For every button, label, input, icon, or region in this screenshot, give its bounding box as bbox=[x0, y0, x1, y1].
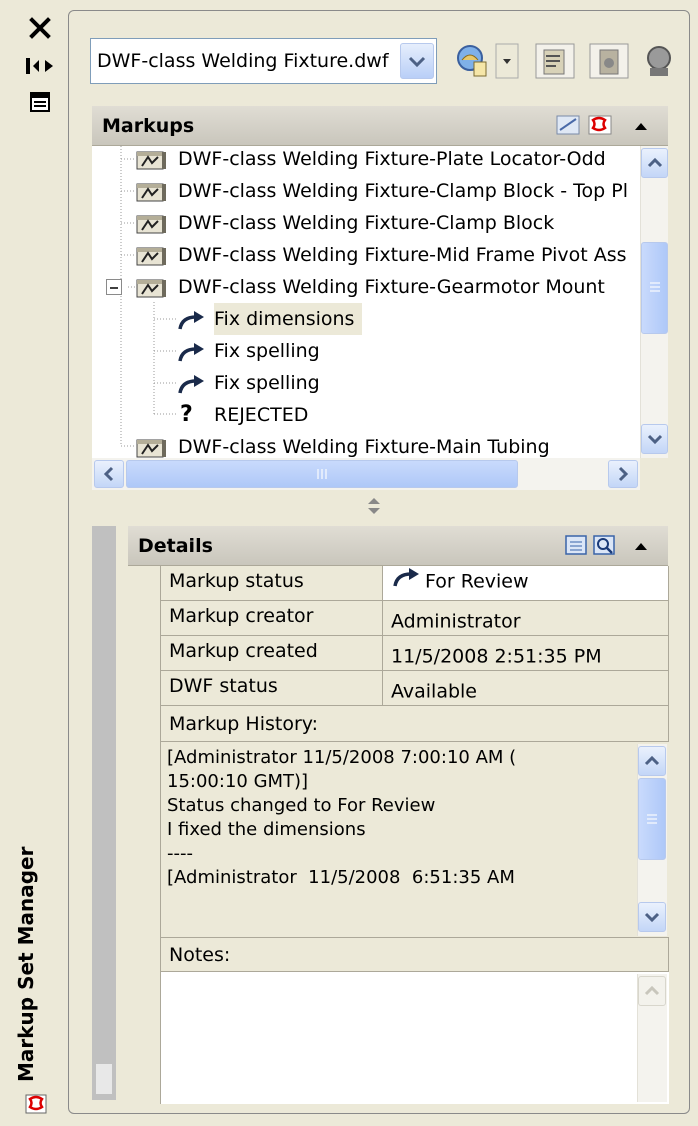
close-icon[interactable] bbox=[26, 14, 54, 42]
view-dwf-button[interactable] bbox=[586, 38, 632, 84]
sheet-item-label: DWF-class Welding Fixture-Plate Locator-… bbox=[178, 148, 606, 170]
hide-markups-button[interactable] bbox=[636, 38, 682, 84]
details-field-value-text: For Review bbox=[425, 570, 529, 593]
markup-history-text: [Administrator 11/5/2008 7:00:10 AM ( 15… bbox=[167, 747, 517, 888]
scroll-up-button[interactable] bbox=[641, 148, 668, 178]
splitter-grip-icon[interactable] bbox=[360, 494, 388, 518]
sheet-icon bbox=[136, 245, 168, 267]
collapse-icon[interactable] bbox=[630, 536, 652, 556]
open-markup-button[interactable] bbox=[450, 38, 496, 84]
sheet-icon bbox=[136, 213, 168, 235]
markup-file-select[interactable]: DWF-class Welding Fixture.dwf bbox=[90, 38, 437, 84]
palette-title: Markup Set Manager bbox=[14, 846, 38, 1082]
scroll-left-button[interactable] bbox=[94, 460, 124, 488]
details-field-value-text: Available bbox=[391, 680, 478, 703]
markup-item-label: REJECTED bbox=[214, 404, 309, 426]
details-grid: Markup status For Review Markup creator Adm… bbox=[160, 566, 669, 1104]
properties-icon[interactable] bbox=[26, 88, 54, 116]
dropdown-button[interactable] bbox=[400, 43, 434, 79]
scroll-right-button[interactable] bbox=[608, 460, 638, 488]
republish-icon bbox=[535, 43, 575, 79]
markup-item[interactable]: Fix spelling bbox=[92, 335, 640, 367]
markups-horizontal-scrollbar[interactable] bbox=[92, 458, 640, 490]
collapse-icon[interactable] bbox=[630, 116, 652, 136]
markup-item-label: Fix dimensions bbox=[214, 303, 363, 335]
sheet-icon bbox=[136, 437, 168, 458]
markup-history-label: Markup History: bbox=[161, 706, 669, 742]
sheet-item-label: DWF-class Welding Fixture-Main Tubing bbox=[178, 436, 550, 458]
sheet-item[interactable]: DWF-class Welding Fixture-Clamp Block bbox=[92, 207, 640, 239]
sheet-icon bbox=[136, 277, 168, 299]
details-field-value: Available bbox=[383, 671, 669, 706]
sheet-icon bbox=[136, 149, 168, 171]
details-field-label: Markup creator bbox=[161, 601, 383, 636]
scroll-thumb[interactable] bbox=[638, 778, 666, 860]
markup-history-box[interactable]: [Administrator 11/5/2008 7:00:10 AM ( 15… bbox=[161, 742, 669, 938]
scroll-down-button[interactable] bbox=[641, 424, 668, 454]
markup-item[interactable]: Fix dimensions bbox=[92, 303, 640, 335]
scroll-up-button[interactable] bbox=[638, 976, 666, 1006]
details-section-header[interactable]: Details bbox=[128, 526, 668, 566]
for-review-arrow-icon bbox=[176, 341, 206, 363]
notes-scrollbar[interactable] bbox=[637, 974, 667, 1102]
scroll-up-button[interactable] bbox=[638, 746, 666, 776]
palette-title-strip: Markup Set Manager bbox=[0, 0, 68, 1126]
chevron-down-icon bbox=[408, 56, 426, 68]
sheet-item-label: DWF-class Welding Fixture-Clamp Block bbox=[178, 212, 555, 234]
details-field-value-text: 11/5/2008 2:51:35 PM bbox=[391, 645, 602, 668]
sheet-item[interactable]: DWF-class Welding Fixture-Plate Locator-… bbox=[92, 146, 640, 175]
view-dwf-icon bbox=[589, 43, 629, 79]
scroll-thumb[interactable] bbox=[641, 242, 668, 334]
preview-icon[interactable] bbox=[592, 534, 618, 558]
details-field-value-text: Administrator bbox=[391, 610, 521, 633]
sheet-icon bbox=[136, 181, 168, 203]
details-field-value: Administrator bbox=[383, 601, 669, 636]
sheet-item[interactable]: DWF-class Welding Fixture-Mid Frame Pivo… bbox=[92, 239, 640, 271]
question-mark-icon: ? bbox=[180, 402, 193, 427]
republish-button[interactable] bbox=[532, 38, 578, 84]
open-markup-menu-button[interactable] bbox=[494, 38, 520, 84]
details-left-bar bbox=[92, 526, 116, 1100]
markup-item[interactable]: ? REJECTED bbox=[92, 399, 640, 431]
details-field-label: DWF status bbox=[161, 671, 383, 706]
notes-textarea[interactable] bbox=[161, 972, 669, 1104]
for-review-arrow-icon bbox=[176, 309, 206, 331]
sheet-item[interactable]: DWF-class Welding Fixture-Main Tubing bbox=[92, 431, 640, 458]
sheet-item[interactable]: DWF-class Welding Fixture-Clamp Block - … bbox=[92, 175, 640, 207]
history-scrollbar[interactable] bbox=[637, 744, 667, 936]
details-title: Details bbox=[138, 535, 213, 557]
scroll-down-button[interactable] bbox=[638, 902, 666, 932]
for-review-arrow-icon bbox=[391, 566, 421, 597]
sheet-item-label: DWF-class Welding Fixture-Mid Frame Pivo… bbox=[178, 244, 627, 266]
details-field-value: 11/5/2008 2:51:35 PM bbox=[383, 636, 669, 671]
markup-item[interactable]: Fix spelling bbox=[92, 367, 640, 399]
scrollbar-corner bbox=[640, 458, 668, 490]
for-review-arrow-icon bbox=[176, 373, 206, 395]
markups-tree: DWF-class Welding Fixture-Plate Locator-… bbox=[92, 146, 640, 458]
chevron-down-icon bbox=[495, 43, 519, 79]
details-field-label: Markup created bbox=[161, 636, 383, 671]
sheet-item[interactable]: DWF-class Welding Fixture-Gearmotor Moun… bbox=[92, 271, 640, 303]
open-markup-icon bbox=[457, 45, 487, 77]
details-view-icon[interactable] bbox=[564, 534, 590, 558]
bar-grip bbox=[96, 1064, 112, 1094]
notes-label: Notes: bbox=[161, 938, 669, 972]
markup-item-label: Fix spelling bbox=[214, 340, 320, 362]
hide-markups-icon bbox=[647, 46, 671, 76]
view-redline-icon[interactable] bbox=[556, 114, 582, 138]
sheet-item-label: DWF-class Welding Fixture-Clamp Block - … bbox=[178, 180, 628, 202]
scroll-thumb[interactable] bbox=[126, 460, 518, 488]
details-field-label: Markup status bbox=[161, 566, 383, 601]
markup-set-manager-palette: Markup Set Manager DWF-class Welding Fix… bbox=[0, 0, 698, 1126]
auto-hide-icon[interactable] bbox=[24, 52, 56, 80]
markup-file-select-value: DWF-class Welding Fixture.dwf bbox=[97, 50, 389, 72]
markup-set-icon bbox=[22, 1092, 52, 1118]
markups-title: Markups bbox=[102, 115, 195, 137]
markups-vertical-scrollbar[interactable] bbox=[640, 146, 668, 458]
details-field-value[interactable]: For Review bbox=[383, 566, 669, 601]
sheet-item-label: DWF-class Welding Fixture-Gearmotor Moun… bbox=[178, 276, 605, 298]
markup-item-label: Fix spelling bbox=[214, 372, 320, 394]
markup-set-icon[interactable] bbox=[588, 114, 614, 138]
markups-section-header[interactable]: Markups bbox=[92, 106, 668, 146]
